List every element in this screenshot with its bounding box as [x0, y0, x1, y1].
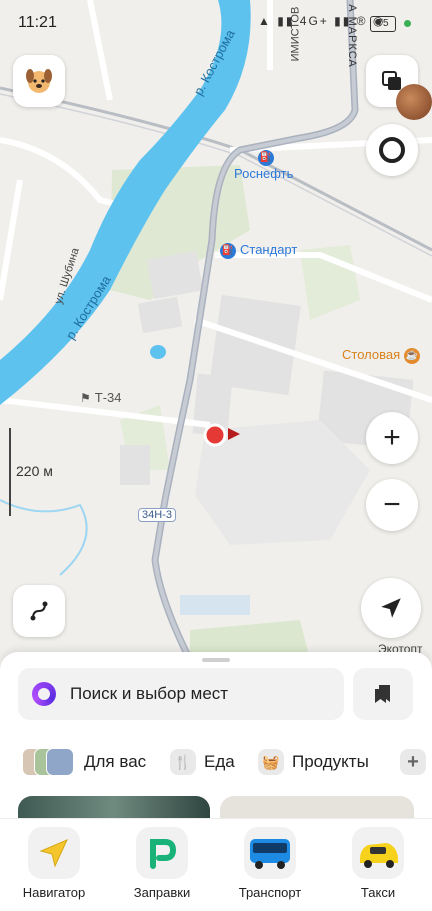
tab-label: Навигатор [22, 885, 86, 900]
poi-stolovaya[interactable]: Столовая ☕ [342, 347, 424, 364]
route-icon [30, 601, 48, 621]
user-location-marker [203, 423, 227, 447]
chip-label: Для вас [84, 752, 147, 771]
story-thumbnail[interactable] [396, 84, 432, 120]
alice-ring-icon [379, 137, 405, 163]
category-chips: Для вас 🍴 Еда 🧺 Продукты + [18, 746, 432, 778]
search-placeholder: Поиск и выбор мест [70, 684, 229, 703]
tab-taxi[interactable]: Такси [328, 827, 428, 900]
recommendation-cards [18, 796, 432, 818]
fuel-icon: ⛽ [220, 242, 236, 259]
tab-label: Заправки [133, 885, 191, 900]
recommendation-card[interactable] [220, 796, 414, 818]
scale-label: 220 м [16, 463, 53, 479]
network-type: 4G+ [299, 14, 329, 28]
bookmarks-button[interactable] [353, 668, 413, 720]
monument-icon: ⚑ [80, 391, 91, 405]
photos-icon [22, 748, 76, 776]
chip-for-you[interactable]: Для вас [22, 746, 146, 778]
fork-knife-icon: 🍴 [170, 749, 196, 775]
poi-rosneft[interactable]: ⛽ Роснефть [234, 150, 293, 181]
poi-standart[interactable]: ⛽ Стандарт [220, 242, 297, 259]
tab-label: Такси [360, 885, 396, 900]
zoom-in-button[interactable]: + [366, 412, 418, 464]
chip-more[interactable]: + [400, 746, 432, 778]
recommendation-card[interactable] [18, 796, 210, 818]
chip-food[interactable]: 🍴 Еда [170, 746, 235, 778]
chip-groceries[interactable]: 🧺 Продукты [258, 746, 369, 778]
road-number-badge: 34Н-3 [138, 508, 176, 522]
alice-icon[interactable] [32, 682, 56, 706]
tab-fuel[interactable]: Заправки [112, 827, 212, 900]
battery-icon: 75 [370, 16, 396, 32]
plus-icon: + [383, 421, 401, 454]
dog-avatar-icon [26, 69, 52, 93]
profile-avatar-button[interactable] [13, 55, 65, 107]
location-arrow-icon [381, 598, 401, 618]
chip-label: Еда [204, 752, 235, 771]
taxi-icon [352, 827, 404, 879]
chip-label: Продукты [292, 752, 369, 771]
plus-icon: + [400, 749, 426, 775]
basket-icon: 🧺 [258, 749, 284, 775]
status-bar: 11:21 ▲ ▮▮ 4G+ ▮▮ ® ◉ 75 [0, 0, 432, 44]
fuel-icon: ⛽ [258, 150, 274, 166]
poi-label: Столовая [342, 347, 401, 362]
status-time: 11:21 [18, 14, 57, 31]
privacy-dot [404, 20, 411, 27]
zoom-out-button[interactable]: − [366, 479, 418, 531]
poi-t34[interactable]: ⚑ Т-34 [80, 390, 122, 405]
alice-assistant-button[interactable] [366, 124, 418, 176]
search-field[interactable]: Поиск и выбор мест [18, 668, 344, 720]
minus-icon: − [383, 488, 401, 521]
poi-label: Стандарт [240, 242, 298, 257]
poi-label: Роснефть [234, 166, 294, 181]
tab-label: Транспорт [238, 885, 302, 900]
poi-label: Т-34 [94, 390, 122, 405]
sheet-handle[interactable] [202, 658, 230, 662]
bus-icon [244, 827, 296, 879]
tab-navigator[interactable]: Навигатор [4, 827, 104, 900]
tab-transport[interactable]: Транспорт [220, 827, 320, 900]
scale-bar [9, 428, 11, 516]
cafe-icon: ☕ [404, 347, 421, 364]
signal-icon: ▲ ▮▮ 4G+ ▮▮ ® ◉ [258, 14, 386, 28]
bottom-tab-bar: Навигатор Заправки Транспорт Такси [0, 818, 432, 911]
my-location-button[interactable] [361, 578, 421, 638]
route-button[interactable] [13, 585, 65, 637]
navigator-icon [28, 827, 80, 879]
fuel-app-icon [136, 827, 188, 879]
bookmarks-icon [375, 685, 390, 703]
